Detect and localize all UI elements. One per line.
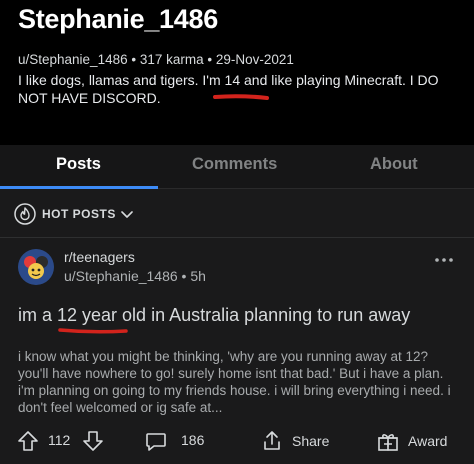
posts-feed: HOT POSTS r/teenagers u/Stephanie_1486 •…	[0, 189, 474, 464]
downvote-button[interactable]	[81, 429, 105, 453]
subreddit-name[interactable]: r/teenagers	[64, 249, 135, 265]
red-annotation-underline	[213, 94, 269, 100]
tab-comments[interactable]: Comments	[192, 155, 277, 174]
comment-count: 186	[181, 432, 205, 448]
profile-username: Stephanie_1486	[18, 4, 218, 34]
upvote-button[interactable]	[16, 429, 40, 453]
profile-meta: u/Stephanie_1486 • 317 karma • 29-Nov-20…	[18, 52, 294, 67]
award-button[interactable]: Award	[376, 429, 447, 453]
post-meta: u/Stephanie_1486 • 5h	[64, 268, 206, 284]
hot-flame-icon	[14, 203, 36, 225]
post-title[interactable]: im a 12 year old in Australia planning t…	[18, 305, 458, 326]
tab-about[interactable]: About	[370, 155, 418, 174]
share-label: Share	[292, 433, 330, 449]
red-annotation-underline	[58, 328, 128, 334]
share-button[interactable]: Share	[260, 429, 329, 453]
tab-posts[interactable]: Posts	[56, 155, 101, 174]
comment-bubble-icon	[146, 433, 166, 451]
vote-score: 112	[48, 432, 71, 448]
share-icon	[264, 431, 280, 450]
award-gift-icon	[378, 434, 398, 451]
upvote-arrow-icon	[18, 431, 38, 451]
award-label: Award	[408, 433, 448, 449]
post-actions: 112 186 Share Award	[0, 429, 474, 453]
comments-button[interactable]	[144, 429, 168, 453]
profile-tabs: Posts Comments About	[0, 145, 474, 189]
chevron-down-icon	[121, 211, 133, 218]
profile-header: Stephanie_1486 u/Stephanie_1486 • 317 ka…	[0, 0, 474, 145]
sort-selector[interactable]: HOT POSTS	[14, 203, 134, 225]
downvote-arrow-icon	[83, 431, 103, 451]
sort-label: HOT POSTS	[42, 207, 116, 221]
more-options-icon[interactable]	[434, 255, 454, 265]
divider	[0, 237, 474, 238]
post-body[interactable]: i know what you might be thinking, 'why …	[18, 348, 462, 416]
subreddit-avatar[interactable]	[18, 249, 54, 285]
